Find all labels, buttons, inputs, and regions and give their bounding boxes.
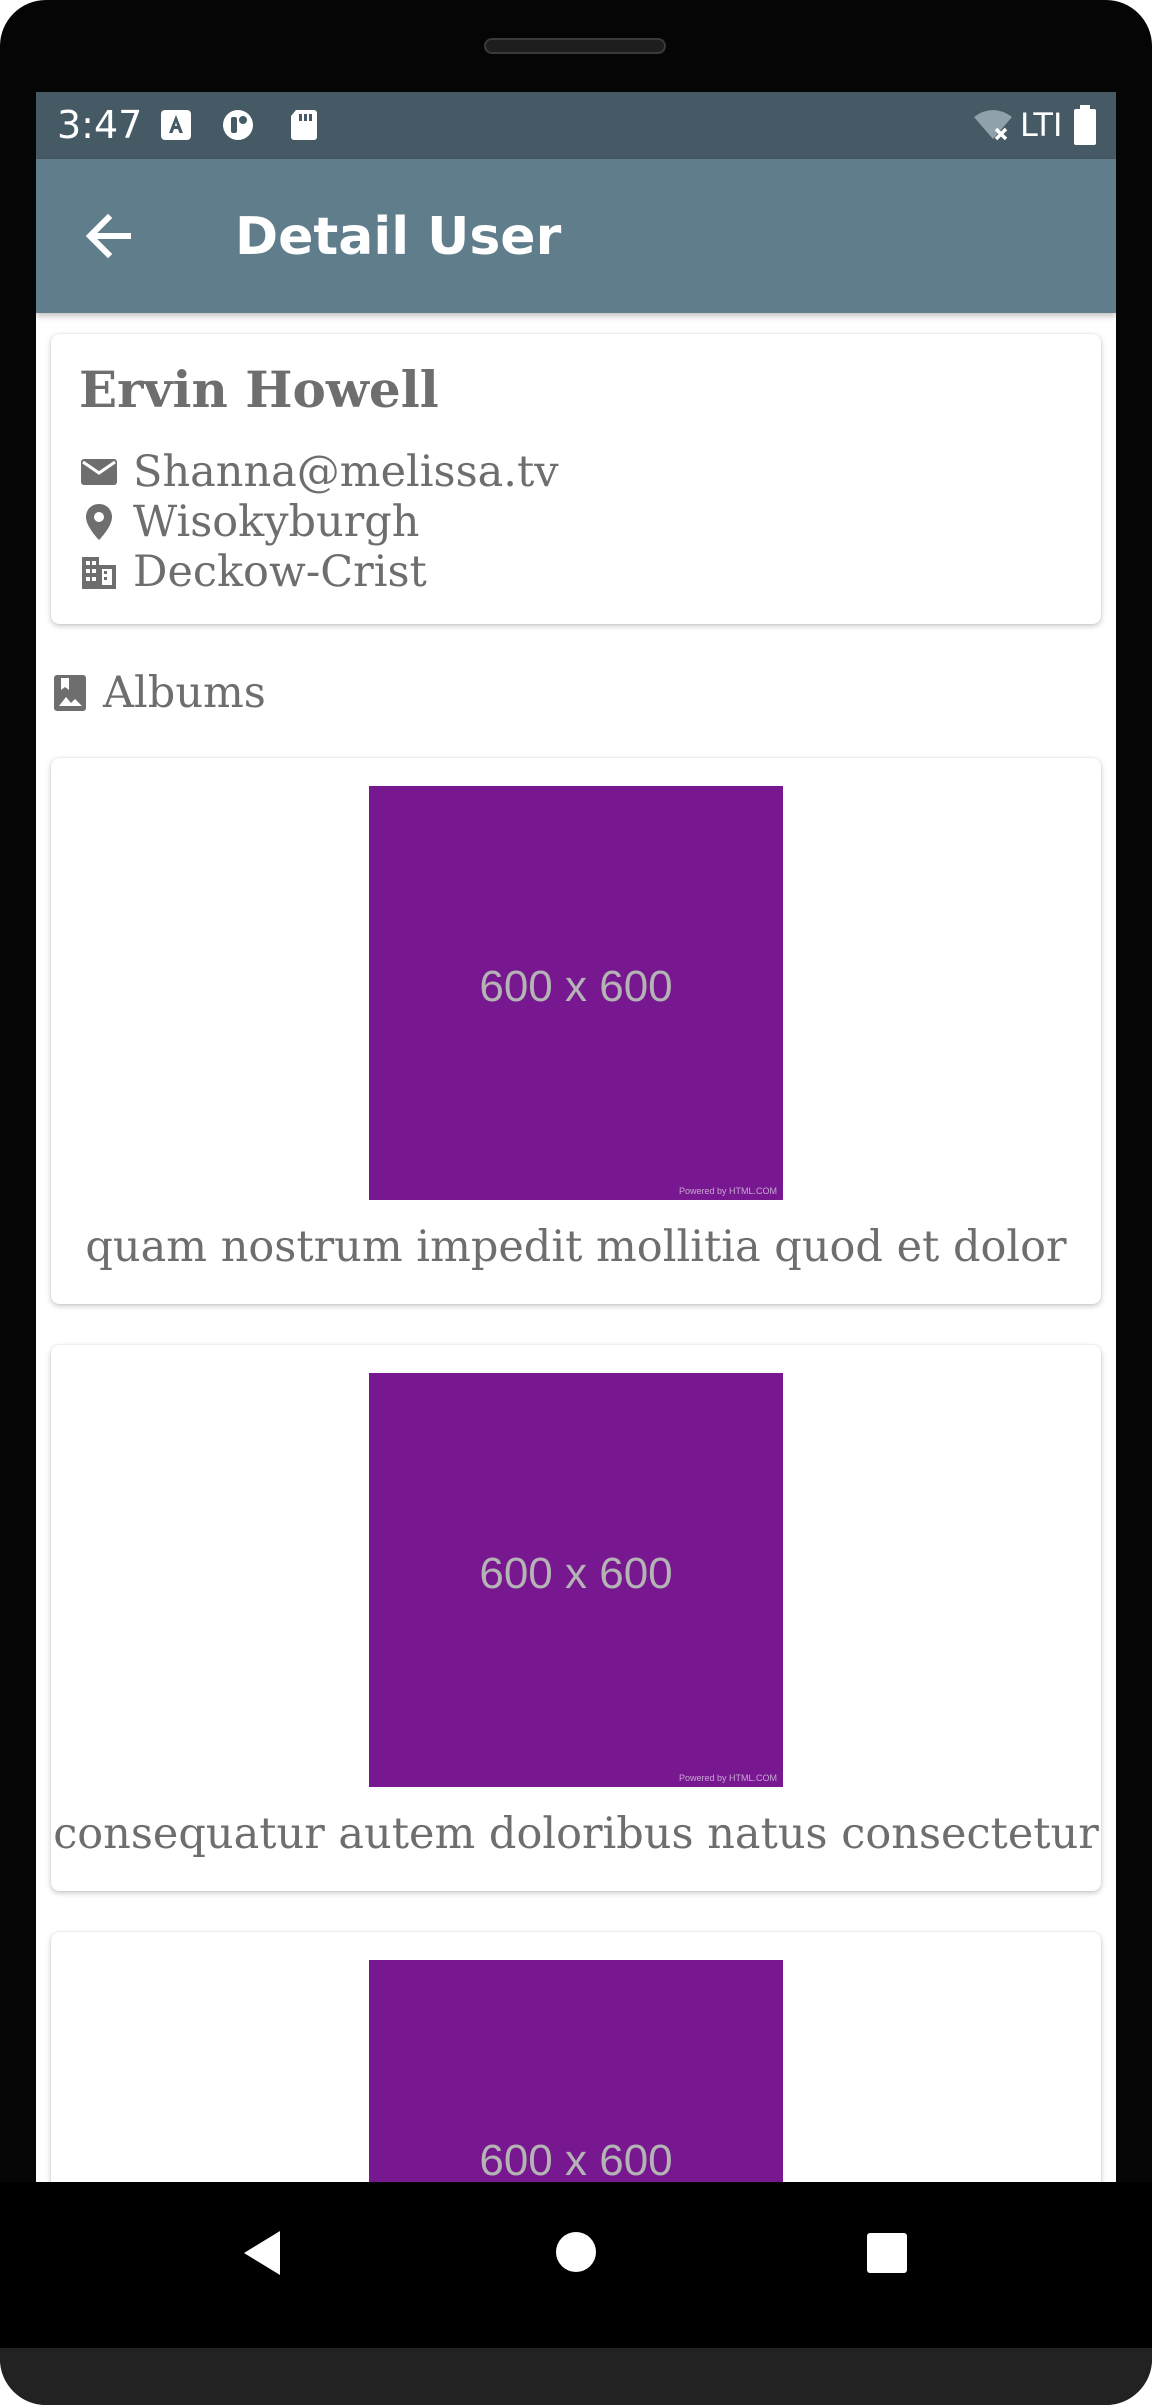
sd-card-icon <box>291 110 317 140</box>
screen: 3:47 LTI Detail User Ervin Howell Shanna… <box>36 92 1116 2182</box>
city-row: Wisokyburgh <box>79 497 420 547</box>
user-company: Deckow-Crist <box>133 547 427 597</box>
location-pin-icon <box>86 504 112 540</box>
user-email: Shanna@melissa.tv <box>133 447 559 497</box>
user-city: Wisokyburgh <box>133 497 420 547</box>
speaker-grille <box>484 38 666 54</box>
albums-section-header: Albums <box>51 668 266 718</box>
email-icon <box>81 459 117 485</box>
home-circle-icon[interactable] <box>554 2230 598 2274</box>
album-thumbnail: 600 x 600 Powered by HTML.COM <box>369 786 783 1200</box>
thumbnail-label: 600 x 600 <box>479 1549 673 1598</box>
album-thumbnail: 600 x 600 Powered by HTML.COM <box>369 1373 783 1787</box>
email-row: Shanna@melissa.tv <box>79 447 559 497</box>
business-building-icon <box>82 557 116 589</box>
photo-album-icon <box>54 675 86 711</box>
network-type-label: LTI <box>1020 106 1063 144</box>
album-card[interactable]: 600 x 600 Powered by HTML.COM consequatu… <box>51 1345 1101 1891</box>
user-info-card: Ervin Howell Shanna@melissa.tv Wisokybur… <box>51 334 1101 624</box>
page-title: Detail User <box>235 207 562 267</box>
album-card[interactable]: 600 x 600 <box>51 1932 1101 2182</box>
thumbnail-label: 600 x 600 <box>479 962 673 1011</box>
albums-title: Albums <box>103 668 266 718</box>
thumbnail-footer: Powered by HTML.COM <box>678 1186 777 1196</box>
battery-icon <box>1074 105 1096 145</box>
a-accessibility-icon <box>161 110 191 140</box>
album-thumbnail: 600 x 600 <box>369 1960 783 2182</box>
status-bar: 3:47 LTI <box>36 92 1116 159</box>
album-title: consequatur autem doloribus natus consec… <box>53 1809 1099 1859</box>
status-time: 3:47 <box>57 103 143 147</box>
wifi-off-icon <box>974 110 1012 141</box>
album-title: quam nostrum impedit mollitia quod et do… <box>85 1222 1067 1272</box>
album-card[interactable]: 600 x 600 Powered by HTML.COM quam nostr… <box>51 758 1101 1304</box>
app-bar: Detail User <box>36 159 1116 313</box>
thumbnail-footer: Powered by HTML.COM <box>678 1773 777 1783</box>
system-nav-bar <box>0 2182 1152 2348</box>
back-triangle-icon[interactable] <box>240 2228 284 2278</box>
device-frame: 3:47 LTI Detail User Ervin Howell Shanna… <box>0 0 1152 2405</box>
circle-notification-icon <box>223 110 253 140</box>
thumbnail-label: 600 x 600 <box>479 2136 673 2182</box>
recents-square-icon[interactable] <box>866 2232 908 2274</box>
device-bottom-bezel <box>0 2348 1152 2405</box>
company-row: Deckow-Crist <box>79 547 427 597</box>
user-name: Ervin Howell <box>79 360 439 419</box>
arrow-back-icon[interactable] <box>76 203 142 269</box>
